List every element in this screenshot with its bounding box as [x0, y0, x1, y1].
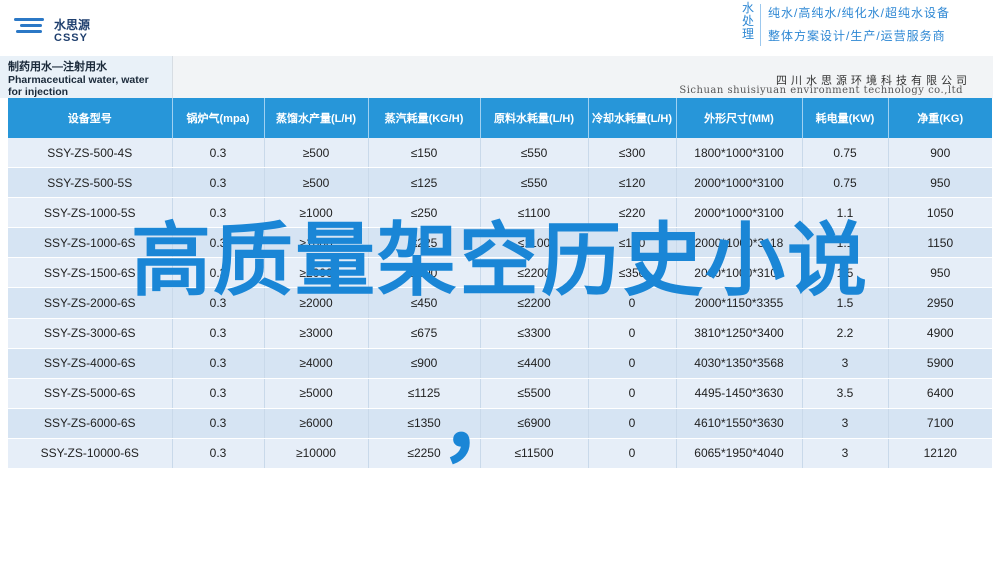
table-cell: SSY-ZS-3000-6S: [8, 318, 173, 349]
table-cell: ≤300: [588, 138, 677, 169]
table-cell: ≤125: [368, 167, 481, 199]
table-cell: ≥500: [264, 138, 369, 169]
table-cell: SSY-ZS-500-4S: [8, 138, 173, 169]
logo-mark-icon: [14, 18, 48, 40]
table-cell: 0.3: [172, 318, 265, 349]
column-header: 净重(KG): [888, 98, 992, 138]
table-cell: ≥6000: [264, 408, 369, 439]
table-cell: SSY-ZS-6000-6S: [8, 408, 173, 439]
table-cell: 6400: [888, 378, 992, 409]
column-header: 锅炉气(mpa): [172, 98, 265, 138]
logo-text-en: CSSY: [54, 32, 88, 44]
table-cell: 0: [588, 408, 677, 439]
table-header-row: 设备型号 锅炉气(mpa) 蒸馏水产量(L/H) 蒸汽耗量(KG/H) 原料水耗量(L/…: [8, 98, 992, 138]
overlay-comma: ，: [440, 374, 526, 474]
table-cell: ≤120: [588, 167, 677, 199]
table-cell: SSY-ZS-10000-6S: [8, 438, 173, 470]
company-header: 四川水思源环境科技有限公司 Sichuan shuisiyuan environ…: [172, 56, 993, 98]
table-cell: ≤550: [480, 167, 589, 199]
table-cell: 0.3: [172, 408, 265, 439]
table-row: SSY-ZS-500-4S 0.3 ≥500 ≤150 ≤550 ≤300 1800*100…: [8, 138, 992, 169]
table-cell: 3810*1250*3400: [676, 318, 803, 349]
table-row: SSY-ZS-500-5S 0.3 ≥500 ≤125 ≤550 ≤120 2000*100…: [8, 167, 992, 199]
table-cell: 4610*1550*3630: [676, 408, 803, 439]
document-title-en: Pharmaceutical water, water for injectio…: [8, 74, 149, 98]
document-title-cn: 制药用水—注射用水: [8, 61, 107, 73]
table-cell: 3: [802, 348, 889, 379]
table-cell: 2000*1000*3100: [676, 167, 803, 199]
table-cell: ≥5000: [264, 378, 369, 409]
logo-text-cn: 水思源: [54, 18, 91, 32]
table-cell: ≤675: [368, 318, 481, 349]
document-title: 制药用水—注射用水 Pharmaceutical water, water fo…: [0, 56, 172, 98]
table-cell: 6065*1950*4040: [676, 438, 803, 470]
table-cell: ≤3300: [480, 318, 589, 349]
table-cell: 4900: [888, 318, 992, 349]
table-cell: ≥10000: [264, 438, 369, 470]
table-cell: 2.2: [802, 318, 889, 349]
table-cell: 1800*1000*3100: [676, 138, 803, 169]
table-cell: 0.3: [172, 438, 265, 470]
table-cell: 0.75: [802, 138, 889, 169]
overlay-title: 高质量架空历史小说: [131, 214, 869, 307]
table-cell: 0: [588, 438, 677, 470]
column-header: 冷却水耗量(L/H): [588, 98, 677, 138]
column-header: 蒸馏水产量(L/H): [264, 98, 369, 138]
column-header: 原料水耗量(L/H): [480, 98, 589, 138]
table-cell: ≥500: [264, 167, 369, 199]
column-header: 设备型号: [8, 98, 173, 138]
table-cell: 0.3: [172, 378, 265, 409]
slogan-line-1: 纯水/高纯水/纯化水/超纯水设备: [768, 6, 951, 20]
table-cell: SSY-ZS-5000-6S: [8, 378, 173, 409]
column-header: 外形尺寸(MM): [676, 98, 803, 138]
table-cell: 5900: [888, 348, 992, 379]
table-cell: 3: [802, 438, 889, 470]
column-header: 耗电量(KW): [802, 98, 889, 138]
table-cell: 0.3: [172, 348, 265, 379]
company-logo: 水思源 CSSY: [14, 14, 104, 46]
table-cell: 0: [588, 318, 677, 349]
table-cell: 12120: [888, 438, 992, 470]
column-header: 蒸汽耗量(KG/H): [368, 98, 481, 138]
top-bar: 水思源 CSSY 水处理 纯水/高纯水/纯化水/超纯水设备 整体方案设计/生产/…: [0, 0, 1000, 56]
table-cell: 0.75: [802, 167, 889, 199]
table-cell: 0: [588, 348, 677, 379]
company-name-en: Sichuan shuisiyuan environment technolog…: [679, 85, 963, 96]
table-row: SSY-ZS-3000-6S 0.3 ≥3000 ≤675 ≤3300 0 3810*125…: [8, 318, 992, 349]
table-cell: SSY-ZS-4000-6S: [8, 348, 173, 379]
table-cell: 0.3: [172, 167, 265, 199]
table-cell: 3.5: [802, 378, 889, 409]
table-cell: SSY-ZS-500-5S: [8, 167, 173, 199]
table-cell: 4495-1450*3630: [676, 378, 803, 409]
brand-vertical-text: 水处理: [741, 1, 754, 41]
slogan-line-2: 整体方案设计/生产/运营服务商: [768, 29, 946, 43]
table-cell: 0: [588, 378, 677, 409]
table-cell: 7100: [888, 408, 992, 439]
table-cell: ≥4000: [264, 348, 369, 379]
table-cell: 4030*1350*3568: [676, 348, 803, 379]
table-cell: 0.3: [172, 138, 265, 169]
table-cell: ≤550: [480, 138, 589, 169]
table-cell: 900: [888, 138, 992, 169]
table-cell: ≥3000: [264, 318, 369, 349]
table-cell: 3: [802, 408, 889, 439]
table-cell: 950: [888, 167, 992, 199]
brand-divider: [760, 4, 761, 46]
table-cell: ≤150: [368, 138, 481, 169]
